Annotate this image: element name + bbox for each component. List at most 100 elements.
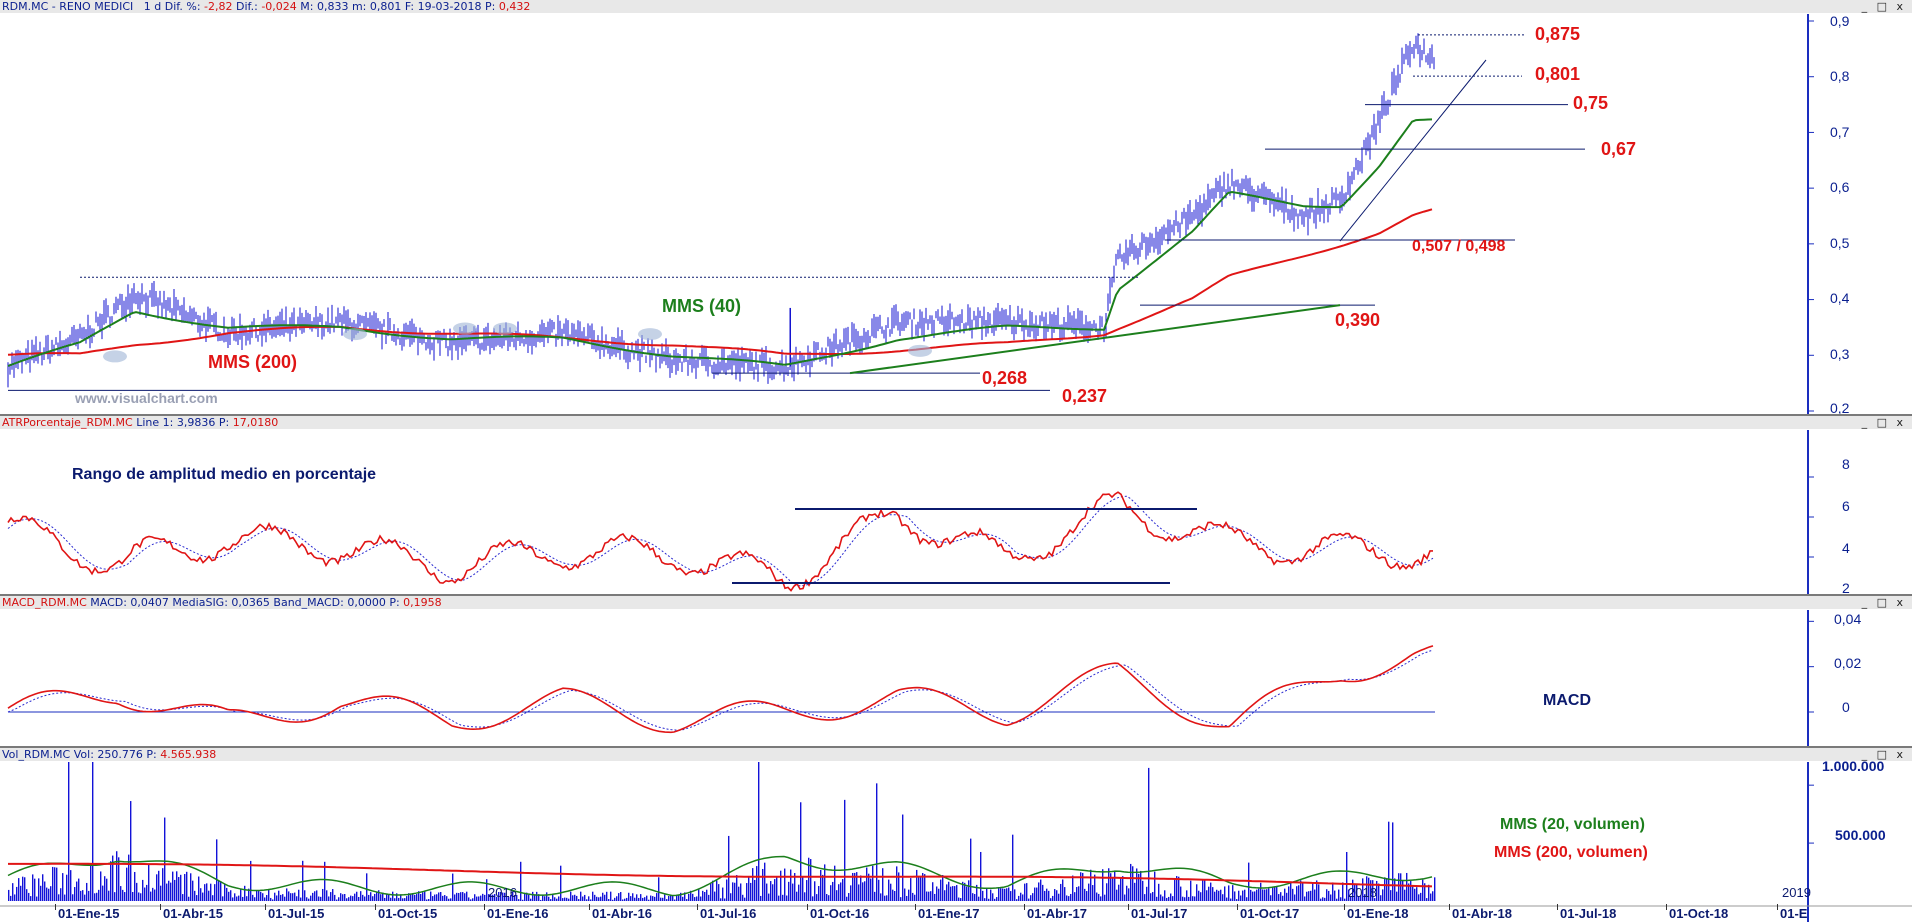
volume-bar xyxy=(38,878,40,901)
volume-bar xyxy=(1142,880,1144,901)
volume-bar xyxy=(398,897,400,901)
volume-bar xyxy=(1434,877,1436,901)
volume-bar xyxy=(600,896,602,901)
volume-bar xyxy=(1396,891,1398,901)
price-header: RDM.MC - RENO MEDICI 1 d Dif. %: -2,82 D… xyxy=(2,0,531,13)
volume-bar xyxy=(1404,889,1406,901)
volume-bar xyxy=(710,883,712,901)
volume-bar xyxy=(240,888,242,901)
volume-bar xyxy=(956,885,958,901)
volume-bar xyxy=(414,894,416,901)
volume-bar xyxy=(1120,878,1122,901)
volume-bar xyxy=(66,874,68,901)
volume-bar xyxy=(292,893,294,901)
volume-bar xyxy=(1140,870,1142,901)
volume-bar xyxy=(1280,892,1282,901)
volume-bar xyxy=(614,897,616,901)
volume-bar xyxy=(1300,880,1302,901)
volume-bar xyxy=(796,891,798,901)
volume-bar xyxy=(1104,894,1106,901)
volume-bar xyxy=(1008,887,1010,901)
volume-bar xyxy=(200,888,202,901)
volume-bar xyxy=(1286,892,1288,901)
volume-bar xyxy=(1066,895,1068,901)
volume-ytick: 1.000.000 xyxy=(1822,758,1885,774)
volume-bar xyxy=(470,899,472,901)
level-0237-label: 0,237 xyxy=(1062,386,1108,406)
volume-bar xyxy=(624,898,626,901)
volume-bar xyxy=(472,898,474,901)
volume-bar xyxy=(106,878,108,901)
volume-bar xyxy=(686,899,688,901)
volume-bar xyxy=(1150,893,1152,901)
volume-bar xyxy=(1226,897,1228,901)
volume-bar xyxy=(766,883,768,901)
volume-bar xyxy=(1180,886,1182,901)
volume-bar xyxy=(978,896,980,901)
volume-bar xyxy=(90,864,92,901)
volume-bar xyxy=(388,894,390,901)
volume-bar xyxy=(994,898,996,901)
volume-bar xyxy=(912,892,914,901)
volume-bar xyxy=(524,893,526,901)
price-window-buttons[interactable]: _ □ x xyxy=(1862,0,1906,13)
atr-ytick: 4 xyxy=(1842,540,1850,556)
volume-bar xyxy=(1384,877,1386,901)
volume-bar xyxy=(100,871,102,901)
volume-bar xyxy=(1134,882,1136,901)
volume-bar xyxy=(130,801,132,901)
volume-bar xyxy=(188,896,190,901)
volume-bar xyxy=(764,862,766,901)
volume-bar xyxy=(1084,888,1086,901)
volume-bar xyxy=(198,876,200,901)
volume-bar xyxy=(448,898,450,901)
volume-bar xyxy=(1126,885,1128,901)
volume-bar xyxy=(152,887,154,901)
volume-bar xyxy=(60,888,62,901)
volume-bar xyxy=(920,876,922,901)
volume-bar xyxy=(168,880,170,901)
volume-bar xyxy=(160,885,162,901)
volume-bar xyxy=(316,890,318,901)
volume-bar xyxy=(1302,882,1304,901)
volume-bar xyxy=(612,899,614,901)
volume-bar xyxy=(26,889,28,901)
volume-bar xyxy=(1182,896,1184,901)
volume-bar xyxy=(732,882,734,901)
level-067-label: 0,67 xyxy=(1601,139,1637,159)
volume-bar xyxy=(1320,898,1322,901)
volume-bar xyxy=(1106,883,1108,901)
volume-bar xyxy=(212,895,214,901)
volume-bar xyxy=(444,895,446,901)
volume-bar xyxy=(918,877,920,901)
volume-bar xyxy=(34,878,36,901)
price-ytick: 0,3 xyxy=(1830,346,1850,362)
atr-header-bar xyxy=(0,416,1912,429)
volume-bar xyxy=(812,896,814,901)
price-ytick: 0,4 xyxy=(1830,290,1850,306)
volume-bar xyxy=(1292,888,1294,901)
volume-bar xyxy=(568,898,570,901)
volume-bar xyxy=(654,896,656,901)
volume-bar xyxy=(1024,883,1026,901)
volume-bar xyxy=(698,889,700,901)
volume-bar xyxy=(194,890,196,901)
volume-bar xyxy=(720,898,722,901)
x-tick-label: 01-Abr-18 xyxy=(1452,906,1512,921)
volume-bar xyxy=(64,894,66,901)
volume-bar xyxy=(462,892,464,901)
price-ytick: 0,7 xyxy=(1830,124,1850,140)
volume-bar xyxy=(1252,891,1254,901)
volume-bar xyxy=(1274,886,1276,901)
volume-bar xyxy=(596,896,598,901)
volume-bar xyxy=(752,868,754,901)
volume-bar xyxy=(386,894,388,901)
volume-bar xyxy=(1312,882,1314,901)
x-tick-label: 01-Ene-15 xyxy=(58,906,120,921)
volume-bar xyxy=(466,891,468,901)
volume-bar xyxy=(1400,873,1402,901)
macd-window-buttons[interactable]: _ □ x xyxy=(1862,596,1906,609)
volume-bar xyxy=(332,889,334,901)
volume-bar xyxy=(362,894,364,901)
atr-window-buttons[interactable]: _ □ x xyxy=(1862,416,1906,429)
